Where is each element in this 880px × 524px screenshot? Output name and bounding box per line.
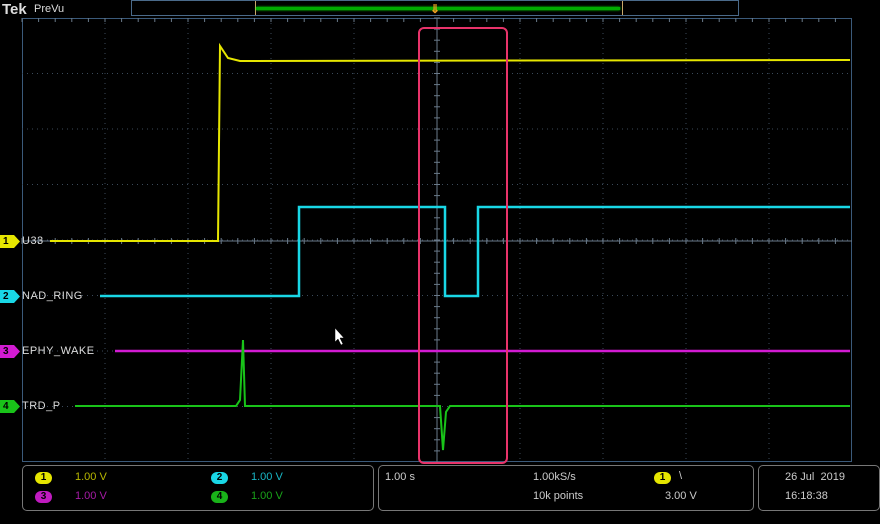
ch3-badge: 3 bbox=[35, 491, 52, 503]
ch2-trace bbox=[100, 205, 850, 298]
sample-rate: 1.00kS/s bbox=[533, 471, 576, 483]
record-length: 10k points bbox=[533, 490, 584, 502]
time-per-div[interactable]: 1.00 s bbox=[385, 471, 415, 483]
ch4-badge: 4 bbox=[211, 491, 228, 503]
highlight-box bbox=[418, 27, 508, 464]
time: 16:18:38 bbox=[785, 490, 828, 502]
waveform-display bbox=[21, 17, 852, 464]
ch2-scale[interactable]: 1.00 V bbox=[251, 471, 283, 483]
trigger-slope-icon: \ bbox=[679, 470, 683, 482]
date: 26 Jul 2019 bbox=[785, 471, 845, 483]
ch2-label: NAD_RING bbox=[22, 290, 83, 302]
ch1-trace bbox=[50, 42, 851, 242]
horizontal-trigger-panel[interactable]: 1.00 s 1.00kS/s 10k points 1 \ 3.00 V bbox=[378, 465, 754, 511]
trigger-source-badge: 1 bbox=[654, 472, 671, 484]
channel-scale-panel[interactable]: 1 1.00 V 2 1.00 V 3 1.00 V 4 1.00 V bbox=[22, 465, 374, 511]
ch3-label: EPHY_WAKE bbox=[22, 345, 95, 357]
ch3-scale[interactable]: 1.00 V bbox=[75, 490, 107, 502]
ch4-scale[interactable]: 1.00 V bbox=[251, 490, 283, 502]
ch1-scale[interactable]: 1.00 V bbox=[75, 471, 107, 483]
ch1-label: U33 bbox=[22, 235, 44, 247]
ch2-badge: 2 bbox=[211, 472, 228, 484]
ch4-trace bbox=[75, 339, 850, 451]
ch4-label: TRD_P bbox=[22, 400, 61, 412]
mouse-cursor-icon bbox=[334, 327, 345, 346]
trigger-level[interactable]: 3.00 V bbox=[665, 490, 697, 502]
ch1-badge: 1 bbox=[35, 472, 52, 484]
datetime-panel: 26 Jul 2019 16:18:38 bbox=[758, 465, 880, 511]
